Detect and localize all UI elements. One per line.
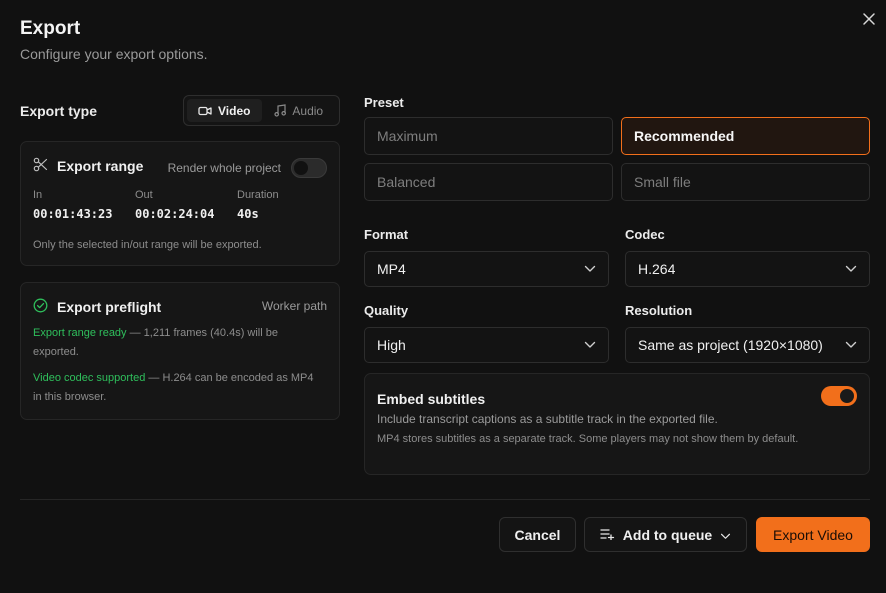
video-type-label: Video (218, 103, 251, 118)
chevron-down-icon (584, 341, 596, 349)
render-whole-toggle[interactable] (291, 158, 327, 178)
range-out-value: 00:02:24:04 (135, 207, 215, 221)
add-to-queue-button[interactable]: Add to queue (584, 517, 747, 552)
render-whole-label: Render whole project (167, 161, 281, 175)
range-out-label: Out (135, 189, 153, 201)
subtitles-description: Include transcript captions as a subtitl… (377, 412, 718, 426)
export-range-card: Export range Render whole project In 00:… (20, 141, 340, 266)
footer-divider (20, 499, 870, 500)
range-note: Only the selected in/out range will be e… (33, 239, 262, 251)
dialog-subtitle: Configure your export options. (20, 46, 208, 62)
toggle-knob (294, 161, 308, 175)
cancel-button[interactable]: Cancel (499, 517, 576, 552)
scissors-icon (33, 157, 48, 175)
export-range-title: Export range (57, 158, 144, 174)
preset-label: Preset (364, 95, 404, 110)
preset-recommended[interactable]: Recommended (621, 117, 870, 155)
preset-maximum[interactable]: Maximum (364, 117, 613, 155)
export-video-label: Export Video (773, 526, 853, 543)
quality-label: Quality (364, 303, 409, 318)
export-video-button[interactable]: Export Video (756, 517, 870, 552)
chevron-down-icon (720, 527, 731, 543)
codec-value: H.264 (638, 261, 676, 277)
codec-label: Codec (625, 227, 665, 242)
range-in-label: In (33, 189, 43, 201)
range-in-value: 00:01:43:23 (33, 207, 113, 221)
subtitles-title: Embed subtitles (377, 391, 486, 407)
chevron-down-icon (584, 265, 596, 273)
check-range-status: Export range ready (33, 327, 127, 339)
preset-grid: Maximum Recommended Balanced Small file (364, 117, 870, 201)
export-type-toggle: Video Audio (183, 95, 340, 126)
export-type-row: Export type Video Audio (20, 95, 340, 126)
export-range-header: Export range (33, 157, 143, 175)
chevron-down-icon (845, 265, 857, 273)
codec-field: Codec H.264 (625, 227, 870, 287)
range-values: In 00:01:43:23 Out 00:02:24:04 Duration … (33, 189, 279, 221)
resolution-select[interactable]: Same as project (1920×1080) (625, 327, 870, 363)
format-select[interactable]: MP4 (364, 251, 609, 287)
preflight-check-codec: Video codec supported — H.264 can be enc… (33, 369, 323, 407)
quality-select[interactable]: High (364, 327, 609, 363)
subtitles-card: Embed subtitles Include transcript capti… (364, 373, 870, 475)
left-column: Export type Video Audio Export range Ren… (20, 95, 340, 420)
cancel-label: Cancel (514, 526, 561, 543)
resolution-field: Resolution Same as project (1920×1080) (625, 303, 870, 363)
subtitles-note: MP4 stores subtitles as a separate track… (377, 433, 799, 445)
close-icon[interactable] (862, 12, 876, 26)
dialog-title: Export (20, 18, 81, 39)
resolution-value: Same as project (1920×1080) (638, 337, 823, 353)
resolution-label: Resolution (625, 303, 693, 318)
music-note-icon (274, 104, 287, 117)
preflight-title: Export preflight (57, 299, 162, 315)
check-circle-icon (33, 298, 48, 316)
toggle-knob (840, 389, 854, 403)
codec-select[interactable]: H.264 (625, 251, 870, 287)
add-to-queue-label: Add to queue (622, 526, 713, 543)
range-duration: Duration 40s (237, 189, 279, 221)
format-label: Format (364, 227, 409, 242)
preset-small-file[interactable]: Small file (621, 163, 870, 201)
list-plus-icon (600, 527, 615, 543)
range-duration-label: Duration (237, 189, 279, 201)
preflight-card: Export preflight Worker path Export rang… (20, 282, 340, 420)
range-out: Out 00:02:24:04 (135, 189, 237, 221)
format-value: MP4 (377, 261, 406, 277)
video-type-button[interactable]: Video (187, 99, 262, 122)
audio-type-button[interactable]: Audio (262, 99, 337, 122)
audio-type-label: Audio (292, 103, 324, 118)
preflight-header: Export preflight (33, 298, 161, 316)
export-dialog: Export Configure your export options. Ex… (0, 0, 886, 593)
subtitles-toggle[interactable] (821, 386, 857, 406)
preset-balanced[interactable]: Balanced (364, 163, 613, 201)
export-type-label: Export type (20, 103, 98, 119)
check-codec-status: Video codec supported (33, 372, 146, 384)
range-duration-value: 40s (237, 207, 259, 221)
range-in: In 00:01:43:23 (33, 189, 135, 221)
worker-path-label: Worker path (261, 299, 327, 313)
quality-field: Quality High (364, 303, 609, 363)
chevron-down-icon (845, 341, 857, 349)
video-camera-icon (198, 105, 212, 117)
quality-value: High (377, 337, 406, 353)
format-field: Format MP4 (364, 227, 609, 287)
render-whole-control: Render whole project (168, 158, 327, 178)
preflight-check-range: Export range ready — 1,211 frames (40.4s… (33, 324, 323, 362)
